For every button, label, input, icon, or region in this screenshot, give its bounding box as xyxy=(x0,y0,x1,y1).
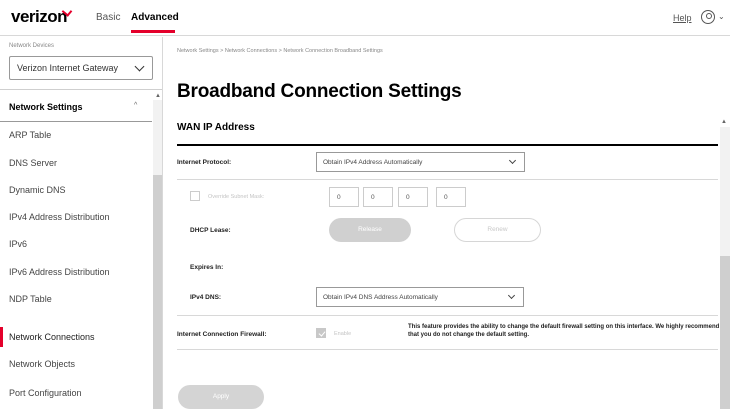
internet-protocol-value: Obtain IPv4 Address Automatically xyxy=(323,159,423,166)
override-subnet-label: Override Subnet Mask: xyxy=(208,194,265,200)
firewall-enable-label: Enable xyxy=(334,331,352,337)
scroll-up-arrow-icon[interactable]: ▲ xyxy=(155,93,161,99)
internet-protocol-select[interactable]: Obtain IPv4 Address Automatically xyxy=(316,152,525,172)
divider xyxy=(0,89,162,90)
nav-basic-tab[interactable]: Basic xyxy=(96,12,120,23)
release-button[interactable]: Release xyxy=(329,218,411,242)
sidebar-item-ipv6[interactable]: IPv6 xyxy=(0,234,152,254)
dhcp-lease-label: DHCP Lease: xyxy=(190,227,231,234)
firewall-description: This feature provides the ability to cha… xyxy=(408,324,720,338)
active-tab-indicator xyxy=(131,30,175,33)
collapse-caret-icon[interactable]: ^ xyxy=(134,102,137,109)
ipv4-dns-select[interactable]: Obtain IPv4 DNS Address Automatically xyxy=(316,287,524,307)
chevron-down-icon xyxy=(507,291,516,300)
section-rule xyxy=(177,144,718,146)
subnet-octet-4[interactable]: 0 xyxy=(436,187,466,207)
verizon-logo[interactable]: verizon xyxy=(11,7,68,27)
help-link[interactable]: Help xyxy=(673,13,692,23)
main-content: Network Settings > Network Connections >… xyxy=(164,37,730,409)
sidebar-item-dynamic-dns[interactable]: Dynamic DNS xyxy=(0,180,152,200)
sidebar-item-ipv4-address-distribution[interactable]: IPv4 Address Distribution xyxy=(0,207,152,227)
page-title: Broadband Connection Settings xyxy=(177,81,462,102)
renew-button[interactable]: Renew xyxy=(454,218,541,242)
network-settings-header[interactable]: Network Settings xyxy=(9,102,83,112)
section-divider xyxy=(0,121,152,122)
main-scrollbar-thumb[interactable] xyxy=(720,256,730,409)
sidebar-scrollbar-thumb[interactable] xyxy=(153,175,162,409)
sidebar-item-ndp-table[interactable]: NDP Table xyxy=(0,289,152,309)
nav-advanced-tab[interactable]: Advanced xyxy=(131,12,179,23)
internet-protocol-label: Internet Protocol: xyxy=(177,159,232,166)
firewall-label: Internet Connection Firewall: xyxy=(177,331,267,338)
sidebar-item-arp-table[interactable]: ARP Table xyxy=(0,125,152,145)
device-select[interactable]: Verizon Internet Gateway xyxy=(9,56,153,80)
sidebar-item-network-connections[interactable]: Network Connections xyxy=(0,327,152,347)
firewall-enable-checkbox[interactable] xyxy=(316,328,326,338)
breadcrumb[interactable]: Network Settings > Network Connections >… xyxy=(177,48,383,54)
scroll-up-arrow-icon[interactable]: ▲ xyxy=(721,119,727,125)
ipv4-dns-value: Obtain IPv4 DNS Address Automatically xyxy=(323,294,438,301)
row-divider xyxy=(177,179,718,180)
sidebar: Network Devices Verizon Internet Gateway… xyxy=(0,37,163,409)
section-title: WAN IP Address xyxy=(177,122,255,133)
sidebar-item-network-objects[interactable]: Network Objects xyxy=(0,354,152,374)
expires-in-label: Expires In: xyxy=(190,264,224,271)
user-account-icon[interactable] xyxy=(701,10,715,24)
row-divider xyxy=(177,315,718,316)
sidebar-item-dns-server[interactable]: DNS Server xyxy=(0,153,152,173)
subnet-octet-1[interactable]: 0 xyxy=(329,187,359,207)
sidebar-item-ipv6-address-distribution[interactable]: IPv6 Address Distribution xyxy=(0,262,152,282)
chevron-down-icon xyxy=(508,156,517,165)
chevron-down-icon[interactable]: ⌄ xyxy=(718,12,725,21)
chevron-down-icon xyxy=(134,61,145,72)
device-select-value: Verizon Internet Gateway xyxy=(17,63,119,73)
subnet-octet-2[interactable]: 0 xyxy=(363,187,393,207)
subnet-octet-3[interactable]: 0 xyxy=(398,187,428,207)
apply-button[interactable]: Apply xyxy=(178,385,264,409)
ipv4-dns-label: IPv4 DNS: xyxy=(190,294,222,301)
sidebar-item-port-configuration[interactable]: Port Configuration xyxy=(0,383,152,403)
network-devices-label: Network Devices xyxy=(9,43,55,49)
override-subnet-checkbox[interactable] xyxy=(190,191,200,201)
top-bar: verizon Basic Advanced Help ⌄ xyxy=(0,0,730,36)
row-divider xyxy=(177,349,718,350)
